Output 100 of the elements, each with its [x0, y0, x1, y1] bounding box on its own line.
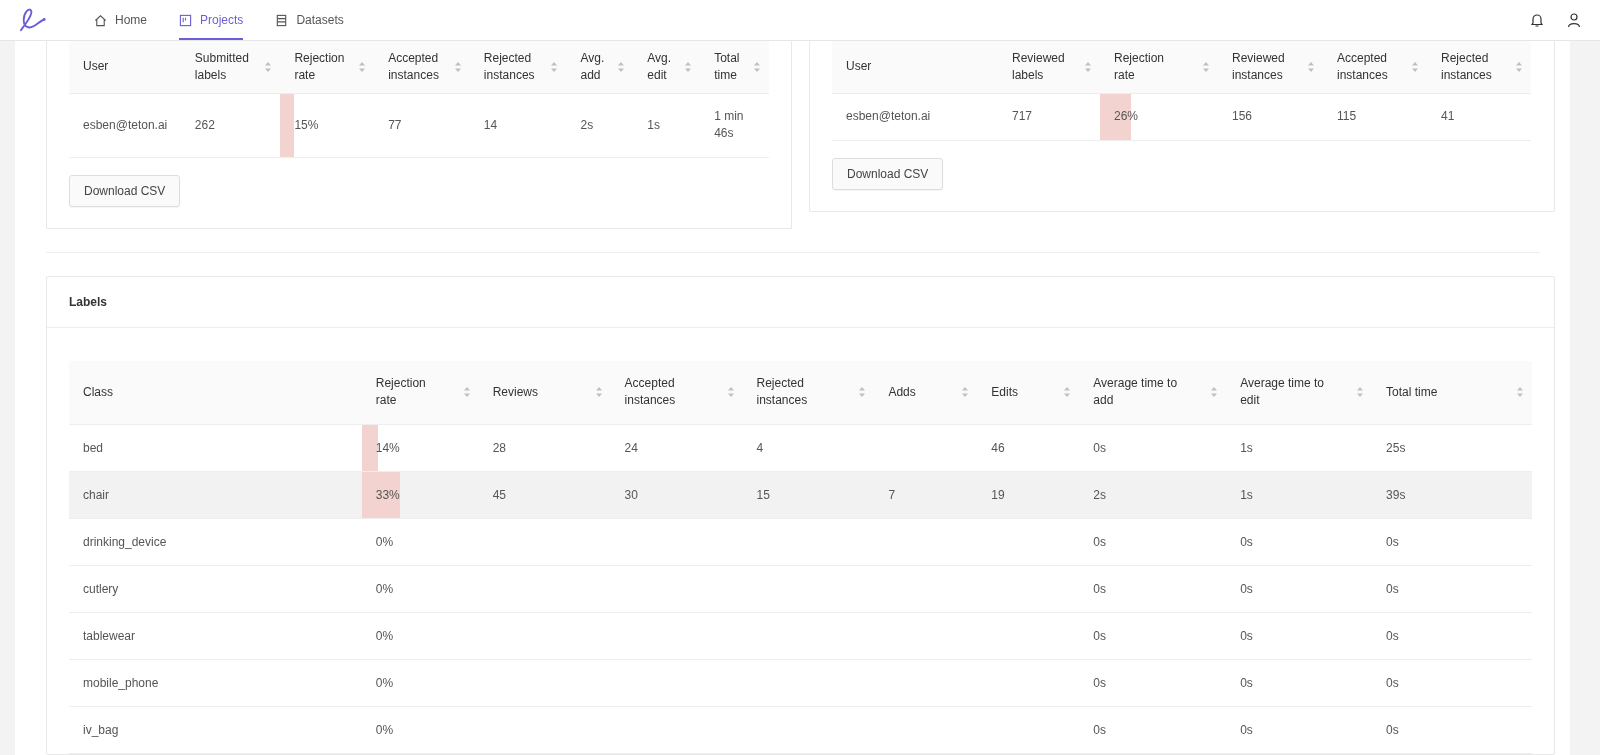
table-cell: 1 min 46s: [714, 109, 744, 140]
table-cell: 0s: [1240, 675, 1253, 690]
table-cell: 0s: [1240, 722, 1253, 737]
column-header[interactable]: Rejection rate: [280, 41, 375, 93]
table-cell: 1s: [1240, 440, 1253, 455]
sort-icon: [617, 60, 626, 73]
sort-icon: [462, 386, 471, 399]
table-cell: tablewear: [83, 628, 136, 643]
column-header[interactable]: Rejected instances: [1427, 41, 1531, 93]
logo-icon[interactable]: [18, 7, 48, 33]
table-cell: 0s: [1386, 722, 1399, 737]
sort-icon: [1063, 386, 1072, 399]
table-cell: 0s: [1093, 534, 1106, 549]
column-header[interactable]: Average time to add: [1079, 360, 1227, 425]
sort-icon: [594, 386, 603, 399]
table-cell: 0s: [1093, 581, 1106, 596]
table-cell: cutlery: [83, 581, 119, 596]
sort-icon: [1084, 60, 1092, 73]
column-header[interactable]: Rejection rate: [361, 360, 479, 425]
nav-tab[interactable]: Datasets: [275, 0, 344, 40]
table-cell: esben@teton.ai: [83, 117, 168, 132]
sort-icon: [684, 60, 693, 73]
table-cell: drinking_device: [83, 534, 167, 549]
table-cell: 28: [492, 440, 506, 455]
table-cell: 46: [991, 440, 1005, 455]
column-header[interactable]: Total time: [700, 41, 769, 93]
column-header[interactable]: Accepted instances: [374, 41, 470, 93]
table-cell: 39s: [1386, 487, 1406, 502]
column-header[interactable]: Rejected instances: [469, 41, 567, 93]
table-cell: bed: [83, 440, 104, 455]
column-header: User: [69, 41, 181, 93]
table-cell: 15: [756, 487, 770, 502]
table-cell: 0%: [375, 722, 394, 737]
sort-icon: [1411, 60, 1419, 73]
table-cell: 33%: [375, 487, 400, 502]
table-cell: 156: [1232, 109, 1253, 123]
table-cell: 0s: [1240, 628, 1253, 643]
sort-icon: [453, 60, 462, 73]
column-header[interactable]: Reviews: [478, 360, 611, 425]
board-icon: [179, 13, 192, 27]
sort-icon: [1516, 386, 1524, 399]
sort-icon: [726, 386, 735, 399]
column-header[interactable]: Submitted labels: [180, 41, 281, 93]
column-header[interactable]: Adds: [874, 360, 978, 425]
column-header[interactable]: Average time to edit: [1226, 360, 1373, 425]
table-cell: 262: [194, 117, 215, 132]
table-cell: 15%: [294, 117, 319, 132]
table-cell: 14%: [375, 440, 400, 455]
column-header[interactable]: Accepted instances: [610, 360, 743, 425]
table-cell: 0s: [1093, 675, 1106, 690]
column-header[interactable]: Reviewed instances: [1218, 41, 1323, 93]
table-cell: 41: [1441, 109, 1455, 123]
table-cell: 0s: [1386, 675, 1399, 690]
table-cell: 0%: [375, 628, 394, 643]
sort-icon: [1356, 386, 1365, 399]
column-header[interactable]: Reviewed labels: [998, 41, 1100, 93]
table-cell: esben@teton.ai: [846, 109, 931, 123]
sort-icon: [1307, 60, 1315, 73]
table-cell: iv_bag: [83, 722, 119, 737]
sort-icon: [358, 60, 367, 73]
table-cell: 25s: [1386, 440, 1406, 455]
table-cell: 45: [492, 487, 506, 502]
table-cell: 26%: [1114, 109, 1139, 123]
sort-icon: [858, 386, 867, 399]
column-header[interactable]: Accepted instances: [1323, 41, 1427, 93]
table-cell: 2s: [580, 117, 594, 132]
table-cell: 7: [888, 487, 896, 502]
table-cell: 0%: [375, 675, 394, 690]
table-cell: 0s: [1093, 722, 1106, 737]
column-header[interactable]: Avg. add: [566, 41, 634, 93]
table-cell: 30: [624, 487, 638, 502]
nav-tab[interactable]: Home: [94, 0, 147, 40]
notification-bell-icon[interactable]: [1529, 12, 1545, 28]
column-header[interactable]: Rejection rate: [1100, 41, 1218, 93]
table-cell: 24: [624, 440, 638, 455]
column-header[interactable]: Total time: [1372, 360, 1532, 425]
sort-icon: [1515, 60, 1523, 73]
table-cell: 2s: [1093, 487, 1106, 502]
card-title: Labels: [69, 294, 107, 309]
table-cell: 1s: [1240, 487, 1253, 502]
column-header[interactable]: Edits: [977, 360, 1080, 425]
table-cell: 1s: [647, 117, 660, 132]
table-cell: 0s: [1386, 534, 1399, 549]
sort-icon: [961, 386, 970, 399]
table-cell: 77: [388, 117, 402, 132]
table-cell: 0s: [1093, 628, 1106, 643]
table-cell: 19: [991, 487, 1005, 502]
column-header: Class: [69, 360, 362, 425]
table-cell: 0s: [1093, 440, 1106, 455]
user-icon[interactable]: [1566, 12, 1582, 28]
column-header[interactable]: Rejected instances: [742, 360, 875, 425]
table-cell: 0s: [1240, 534, 1253, 549]
download-csv-button[interactable]: Download CSV: [69, 174, 181, 207]
table-cell: chair: [83, 487, 109, 502]
column-header[interactable]: Avg. edit: [633, 41, 701, 93]
download-csv-button[interactable]: Download CSV: [832, 157, 944, 190]
table-cell: 0s: [1386, 581, 1399, 596]
table-cell: 14: [483, 117, 498, 132]
table-cell: 717: [1012, 109, 1033, 123]
list-icon: [275, 13, 289, 27]
